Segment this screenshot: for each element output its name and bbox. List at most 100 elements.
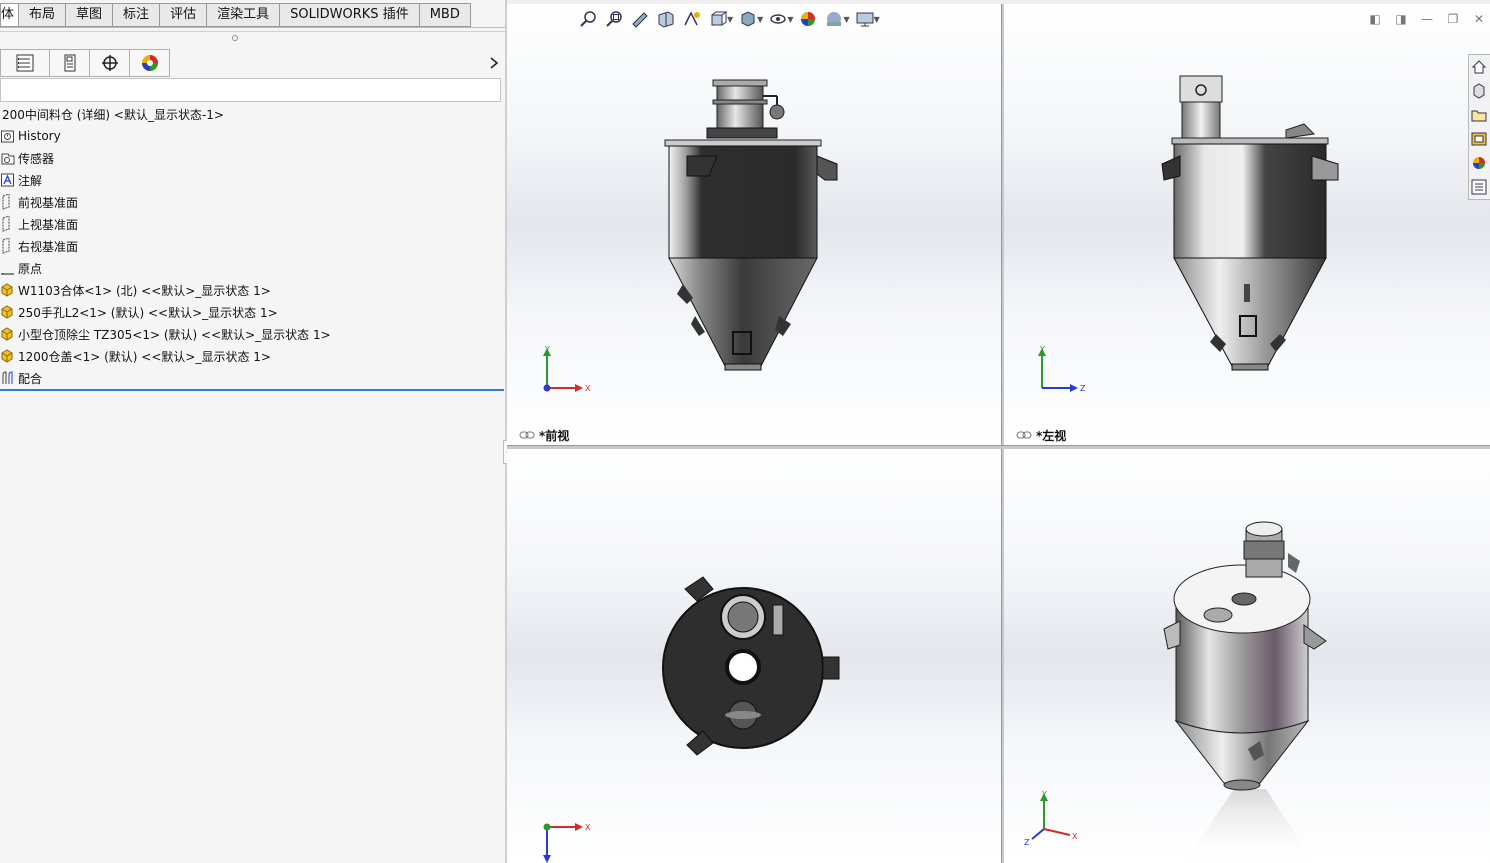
tab-evaluate[interactable]: 评估 xyxy=(160,3,208,27)
tab-sketch[interactable]: 草图 xyxy=(66,3,114,27)
appearance-manager-button[interactable] xyxy=(130,49,170,77)
design-library-tab[interactable] xyxy=(1469,79,1489,103)
custom-properties-tab[interactable] xyxy=(1469,175,1489,199)
tree-item-mates[interactable]: 配合 xyxy=(0,367,42,389)
rollback-bar[interactable] xyxy=(0,389,504,391)
chevron-down-icon[interactable]: ▼ xyxy=(874,15,880,24)
previous-view-icon xyxy=(632,12,648,28)
tree-item-annotations[interactable]: 注解 xyxy=(0,169,42,191)
file-explorer-tab[interactable] xyxy=(1469,103,1489,127)
prev-window-button[interactable]: ◧ xyxy=(1362,10,1388,28)
feature-manager-toolbar xyxy=(0,49,170,77)
viewport-label: *左视 xyxy=(1016,427,1066,443)
feature-manager-panel: 体 布局 草图 标注 评估 渲染工具 SOLIDWORKS 插件 MBD 200… xyxy=(0,0,505,863)
section-view-icon xyxy=(658,11,674,28)
task-pane-tabs xyxy=(1468,54,1490,200)
close-icon: ✕ xyxy=(1473,12,1485,26)
axis-x-label: X xyxy=(585,384,591,393)
chevron-down-icon[interactable]: ▼ xyxy=(787,15,793,24)
dynamic-annotation-button[interactable] xyxy=(679,8,705,30)
origin-icon xyxy=(0,260,16,276)
chevron-down-icon[interactable]: ▼ xyxy=(727,15,733,24)
folder-icon xyxy=(1471,110,1487,122)
viewport-window-controls: ◧ ◨ — ❐ ✕ xyxy=(1362,10,1490,28)
command-manager-tabs: 体 布局 草图 标注 评估 渲染工具 SOLIDWORKS 插件 MBD xyxy=(0,3,471,27)
tab-solidworks-addins[interactable]: SOLIDWORKS 插件 xyxy=(280,3,420,27)
tree-item-label: 1200仓盖<1> (默认) <<默认>_显示状态 1> xyxy=(18,349,271,364)
chevron-down-icon[interactable]: ▼ xyxy=(757,15,763,24)
viewport-front[interactable]: Y X *前视 xyxy=(507,4,1001,445)
axis-x-label: X xyxy=(1072,832,1078,841)
tab-assembly[interactable]: 体 xyxy=(0,3,20,27)
solidworks-resources-tab[interactable] xyxy=(1469,55,1489,79)
property-manager-button[interactable] xyxy=(50,49,90,77)
tree-item-top-plane[interactable]: 上视基准面 xyxy=(0,213,78,235)
tree-item-label: 200中间料仓 (详细) <默认_显示状态-1> xyxy=(2,107,224,122)
assembly-icon xyxy=(0,326,16,342)
tree-item-right-plane[interactable]: 右视基准面 xyxy=(0,235,78,257)
tree-item-label: 右视基准面 xyxy=(18,239,79,254)
assembly-icon xyxy=(0,348,16,364)
tree-item-front-plane[interactable]: 前视基准面 xyxy=(0,191,78,213)
close-button[interactable]: ✕ xyxy=(1466,10,1490,28)
tree-item-label: 上视基准面 xyxy=(18,217,79,232)
edit-appearance-icon xyxy=(801,12,816,26)
tab-divider xyxy=(0,31,505,32)
coordinate-triad: X xyxy=(543,823,591,863)
splitter-handle[interactable] xyxy=(232,35,238,41)
axis-y-label: Y xyxy=(1039,345,1045,354)
tree-item-component[interactable]: W1103合体<1> (北) <<默认>_显示状态 1> xyxy=(0,279,271,301)
view-palette-icon xyxy=(1471,132,1487,146)
tree-item-history[interactable]: History xyxy=(0,125,61,147)
feature-tree-button[interactable] xyxy=(0,49,50,77)
viewport-label: *前视 xyxy=(519,427,569,443)
tree-item-label: 配合 xyxy=(18,371,43,386)
history-icon xyxy=(0,128,16,144)
zoom-to-area-button[interactable] xyxy=(601,8,627,30)
view-name: *左视 xyxy=(1036,428,1067,443)
axis-x-label: X xyxy=(585,823,591,832)
tree-item-label: 注解 xyxy=(18,173,43,188)
zoom-to-fit-icon xyxy=(580,11,596,27)
zoom-to-fit-button[interactable] xyxy=(575,8,601,30)
viewport-isometric[interactable]: Y X Z xyxy=(1004,449,1490,863)
view-palette-tab[interactable] xyxy=(1469,127,1489,151)
tab-render-tools[interactable]: 渲染工具 xyxy=(207,3,281,27)
chevron-down-icon[interactable]: ▼ xyxy=(843,15,849,24)
tree-item-component[interactable]: 小型仓顶除尘 TZ305<1> (默认) <<默认>_显示状态 1> xyxy=(0,323,331,345)
tree-root-assembly[interactable]: 200中间料仓 (详细) <默认_显示状态-1> xyxy=(0,103,224,125)
link-view-icon[interactable] xyxy=(519,430,535,440)
restore-button[interactable]: ❐ xyxy=(1440,10,1466,28)
tab-mbd[interactable]: MBD xyxy=(419,3,471,27)
apply-scene-icon xyxy=(827,12,842,26)
viewport-left[interactable]: Y Z *左视 xyxy=(1004,4,1490,445)
tree-item-sensors[interactable]: 传感器 xyxy=(0,147,54,169)
viewport-top[interactable]: X xyxy=(507,449,1001,863)
configuration-manager-button[interactable] xyxy=(90,49,130,77)
tree-item-origin[interactable]: 原点 xyxy=(0,257,42,279)
view-name: *前视 xyxy=(539,428,570,443)
feature-tree-icon xyxy=(16,54,34,72)
next-window-button[interactable]: ◨ xyxy=(1388,10,1414,28)
section-view-button[interactable] xyxy=(653,8,679,30)
link-view-icon[interactable] xyxy=(1016,430,1032,440)
feature-tree-filter[interactable] xyxy=(0,78,501,102)
tree-item-component[interactable]: 250手孔L2<1> (默认) <<默认>_显示状态 1> xyxy=(0,301,278,323)
dynamic-annotation-icon xyxy=(684,11,700,26)
previous-view-button[interactable] xyxy=(627,8,653,30)
chevron-right-icon[interactable] xyxy=(486,54,502,72)
plane-icon xyxy=(0,194,16,210)
tab-layout[interactable]: 布局 xyxy=(19,3,67,27)
appearance-icon xyxy=(141,55,158,71)
hide-show-icon xyxy=(770,14,787,24)
view-orientation-icon xyxy=(711,11,728,26)
edit-appearance-button[interactable] xyxy=(795,8,821,30)
tree-item-component[interactable]: 1200仓盖<1> (默认) <<默认>_显示状态 1> xyxy=(0,345,271,367)
appearance-icon xyxy=(1473,157,1485,169)
tab-markup[interactable]: 标注 xyxy=(113,3,161,27)
assembly-icon xyxy=(0,304,16,320)
tree-item-label: 传感器 xyxy=(18,151,55,166)
minimize-button[interactable]: — xyxy=(1414,10,1440,28)
appearances-tab[interactable] xyxy=(1469,151,1489,175)
minimize-icon: — xyxy=(1421,12,1433,26)
